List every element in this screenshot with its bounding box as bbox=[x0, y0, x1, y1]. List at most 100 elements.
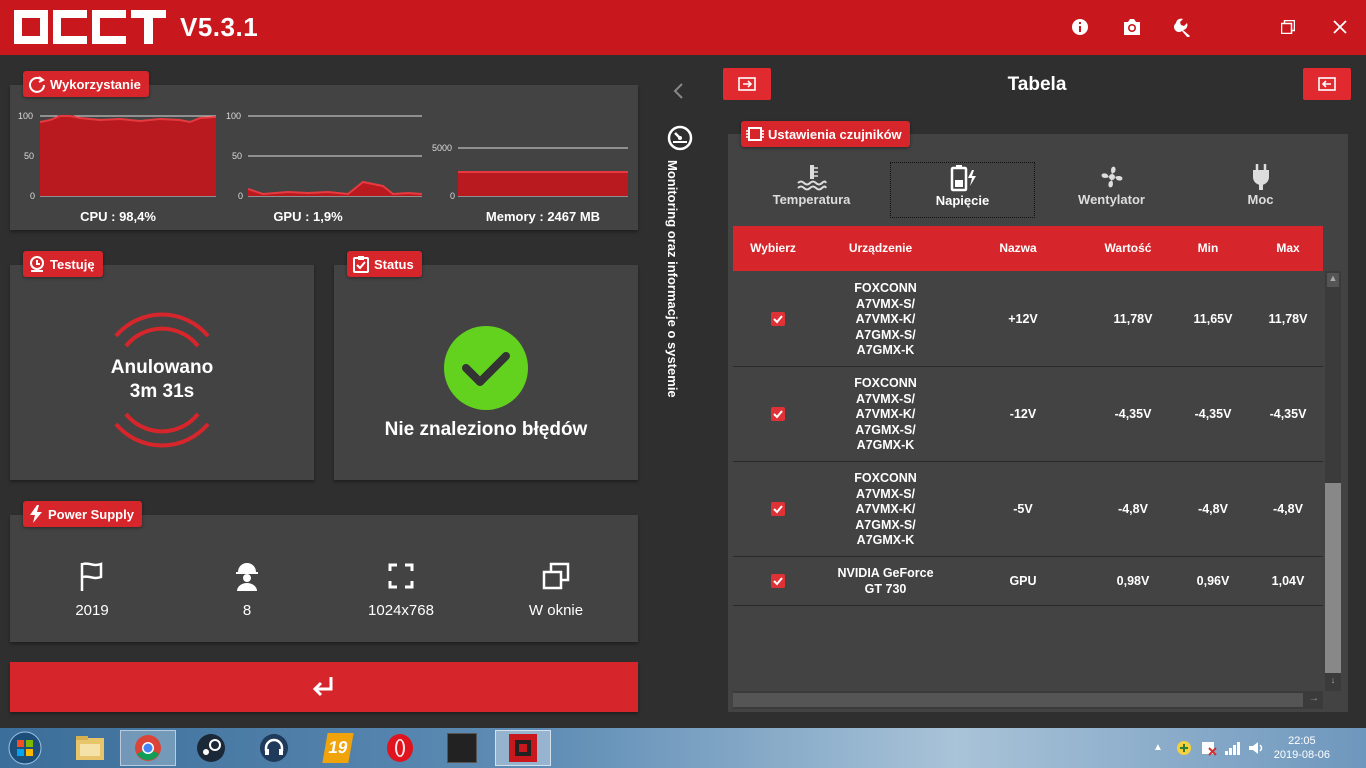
tray-volume-icon[interactable] bbox=[1247, 739, 1265, 757]
cpu-chart bbox=[40, 115, 216, 197]
device-line: GT 730 bbox=[864, 581, 907, 596]
taskbar-opera[interactable] bbox=[372, 730, 428, 766]
taskbar-game[interactable] bbox=[434, 730, 490, 766]
tab-moc-label: Moc bbox=[1247, 192, 1274, 207]
table-row[interactable]: FOXCONN A7VMX-S/ A7VMX-K/ A7GMX-S/ A7GMX… bbox=[733, 462, 1323, 557]
table-row[interactable]: NVIDIA GeForce GT 730 GPU 0,98V 0,96V 1,… bbox=[733, 557, 1323, 606]
tray-network-icon[interactable] bbox=[1223, 739, 1241, 757]
col-wybierz[interactable]: Wybierz bbox=[733, 241, 813, 255]
wrench-icon[interactable] bbox=[1171, 14, 1197, 40]
tray-expand-icon[interactable]: ▲ bbox=[1153, 742, 1163, 753]
taskbar-clock[interactable]: 22:05 2019-08-06 bbox=[1274, 734, 1330, 762]
camera-icon[interactable] bbox=[1119, 14, 1145, 40]
taskbar-chrome[interactable] bbox=[120, 730, 176, 766]
name-cell: GPU bbox=[1009, 574, 1037, 588]
tray-app-icon[interactable] bbox=[1175, 739, 1193, 757]
right-title: Tabela bbox=[1007, 74, 1067, 95]
scroll-right-icon[interactable]: → bbox=[1307, 693, 1321, 707]
vertical-scrollbar[interactable]: ▲ ↓ bbox=[1325, 271, 1341, 691]
gpu-label: GPU : 1,9% bbox=[273, 209, 343, 224]
memory-tick-5000: 5000 bbox=[432, 143, 453, 153]
headset-icon bbox=[260, 734, 288, 762]
info-icon[interactable] bbox=[1067, 14, 1093, 40]
row-checkbox[interactable] bbox=[771, 574, 785, 588]
col-urzadzenie[interactable]: Urządzenie bbox=[813, 241, 948, 255]
steam-icon bbox=[197, 734, 225, 762]
cpu-label: CPU : 98,4% bbox=[80, 209, 156, 224]
device-cell: NVIDIA GeForce GT 730 bbox=[813, 566, 958, 597]
status-message: Nie znaleziono błędów bbox=[384, 419, 588, 440]
col-min[interactable]: Min bbox=[1173, 241, 1243, 255]
usage-tag: Wykorzystanie bbox=[23, 71, 149, 97]
tab-temperatura-label: Temperatura bbox=[772, 192, 851, 207]
device-line: A7GMX-S/ bbox=[855, 327, 916, 342]
ps-resolution-value: 1024x768 bbox=[368, 602, 434, 619]
ps-workers-value: 8 bbox=[242, 602, 252, 619]
device-line: A7GMX-S/ bbox=[855, 517, 916, 532]
taskbar-explorer[interactable] bbox=[62, 730, 118, 766]
scroll-up-icon[interactable]: ▲ bbox=[1327, 273, 1339, 287]
tab-wentylator[interactable]: Wentylator bbox=[1039, 162, 1184, 218]
taskbar-teamspeak[interactable] bbox=[246, 730, 302, 766]
col-max[interactable]: Max bbox=[1253, 241, 1323, 255]
ps-workers: 8 bbox=[187, 561, 307, 619]
folder-icon bbox=[76, 736, 104, 760]
collapse-chevron-icon[interactable] bbox=[672, 82, 686, 105]
memory-tick-0: 0 bbox=[450, 191, 456, 201]
testing-title: Testuję bbox=[50, 256, 95, 272]
tab-temperatura[interactable]: Temperatura bbox=[739, 162, 884, 218]
test-arcs-icon bbox=[114, 312, 210, 448]
device-cell: FOXCONN A7VMX-S/ A7VMX-K/ A7GMX-S/ A7GMX… bbox=[813, 281, 958, 359]
device-line: FOXCONN bbox=[854, 281, 917, 295]
device-line: A7VMX-K/ bbox=[855, 312, 916, 327]
import-icon bbox=[1318, 77, 1336, 91]
device-line: A7VMX-S/ bbox=[855, 296, 916, 311]
flag-icon bbox=[80, 562, 103, 591]
usage-title: Wykorzystanie bbox=[50, 76, 141, 92]
chip-icon bbox=[746, 127, 764, 141]
tab-wentylator-label: Wentylator bbox=[1078, 192, 1145, 207]
tab-napiecie[interactable]: Napięcie bbox=[890, 162, 1035, 218]
cpu-tick-0: 0 bbox=[30, 191, 36, 201]
restore-window-icon[interactable] bbox=[1275, 14, 1301, 40]
tray-flag-icon[interactable] bbox=[1200, 739, 1218, 757]
col-nazwa[interactable]: Nazwa bbox=[978, 241, 1058, 255]
close-icon[interactable] bbox=[1327, 14, 1353, 40]
gpu-chart bbox=[248, 115, 422, 197]
device-line: A7GMX-K bbox=[856, 533, 915, 548]
min-cell: 0,96V bbox=[1196, 574, 1230, 588]
table-row[interactable]: FOXCONN A7VMX-S/ A7VMX-K/ A7GMX-S/ A7GMX… bbox=[733, 271, 1323, 367]
sensor-settings-tag[interactable]: Ustawienia czujników bbox=[741, 121, 910, 147]
clipboard-check-icon bbox=[353, 256, 369, 273]
col-wartosc[interactable]: Wartość bbox=[1088, 241, 1168, 255]
name-cell: +12V bbox=[1008, 312, 1038, 326]
gpu-tick-100: 100 bbox=[226, 111, 242, 121]
taskbar-fs19[interactable]: 19 bbox=[310, 730, 366, 766]
horizontal-scrollbar[interactable]: ← → bbox=[733, 691, 1323, 709]
taskbar: 19 ▲ 22:05 2019-08-06 bbox=[0, 728, 1366, 768]
hscroll-thumb[interactable] bbox=[733, 693, 1303, 707]
windows-start-icon bbox=[8, 731, 42, 765]
export-left-button[interactable] bbox=[723, 68, 771, 100]
row-checkbox[interactable] bbox=[771, 312, 785, 326]
device-line: A7VMX-K/ bbox=[855, 502, 916, 517]
start-button[interactable] bbox=[10, 662, 638, 712]
device-line: A7GMX-K bbox=[856, 343, 915, 358]
occt-logo bbox=[14, 10, 166, 44]
game-avatar-icon bbox=[447, 733, 477, 763]
row-checkbox[interactable] bbox=[771, 502, 785, 516]
tab-moc[interactable]: Moc bbox=[1188, 162, 1333, 218]
min-cell: 11,65V bbox=[1193, 312, 1233, 326]
gpu-tick-0: 0 bbox=[238, 191, 244, 201]
testing-tag: Testuję bbox=[23, 251, 103, 277]
export-right-button[interactable] bbox=[1303, 68, 1351, 100]
scroll-thumb[interactable] bbox=[1325, 483, 1341, 673]
taskbar-steam[interactable] bbox=[183, 730, 239, 766]
ps-window-mode-value: W oknie bbox=[528, 602, 584, 619]
gauge-icon bbox=[667, 125, 693, 151]
start-button[interactable] bbox=[0, 730, 50, 766]
table-row[interactable]: FOXCONN A7VMX-S/ A7VMX-K/ A7GMX-S/ A7GMX… bbox=[733, 367, 1323, 462]
scroll-down-icon[interactable]: ↓ bbox=[1327, 675, 1339, 689]
taskbar-occt[interactable] bbox=[495, 730, 551, 766]
row-checkbox[interactable] bbox=[771, 407, 785, 421]
